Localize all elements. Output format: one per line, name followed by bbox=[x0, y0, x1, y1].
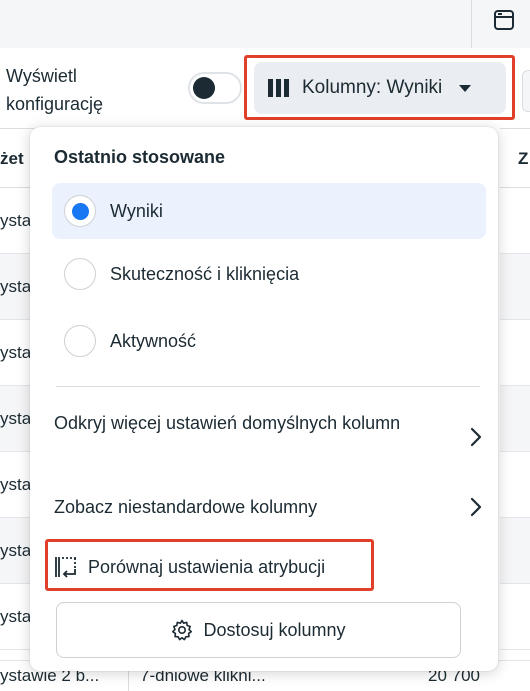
explore-default-columns-item[interactable]: Odkryj więcej ustawień domyślnych kolumn bbox=[54, 409, 482, 465]
compare-attribution-label: Porównaj ustawienia atrybucji bbox=[88, 556, 326, 577]
caret-down-icon bbox=[459, 84, 472, 92]
table-row-right bbox=[500, 320, 530, 386]
compare-icon bbox=[55, 557, 76, 578]
table-row-right bbox=[500, 518, 530, 584]
chevron-right-icon bbox=[470, 427, 482, 447]
gear-icon bbox=[172, 619, 193, 641]
preset-option-label: Aktywność bbox=[110, 330, 197, 351]
customize-columns-label: Dostosuj kolumny bbox=[203, 619, 346, 640]
table-row[interactable]: ysta bbox=[0, 584, 34, 650]
compare-attribution-item[interactable]: Porównaj ustawienia atrybucji bbox=[54, 547, 325, 587]
radio-selected-dot bbox=[71, 202, 89, 220]
table-row[interactable]: ysta bbox=[0, 386, 34, 452]
preset-option-label: Wyniki bbox=[110, 200, 163, 221]
custom-columns-item[interactable]: Zobacz niestandardowe kolumny bbox=[54, 493, 482, 521]
columns-button[interactable]: Kolumny: Wyniki bbox=[254, 62, 506, 114]
toggle-knob bbox=[193, 77, 215, 99]
panel-toggle-button[interactable] bbox=[490, 6, 518, 34]
customize-columns-button[interactable]: Dostosuj kolumny bbox=[56, 602, 461, 658]
show-config-label-line1: Wyświetl bbox=[6, 66, 77, 86]
table-row-right bbox=[500, 254, 530, 320]
table-row-right bbox=[500, 452, 530, 518]
toolbar-divider bbox=[471, 0, 472, 48]
explore-default-columns-label: Odkryj więcej ustawień domyślnych kolumn bbox=[54, 413, 401, 433]
chevron-right-icon bbox=[470, 497, 482, 517]
panel-icon bbox=[494, 10, 514, 30]
table-row-right bbox=[500, 584, 530, 650]
recently-used-heading: Ostatnio stosowane bbox=[54, 147, 226, 167]
table-row[interactable]: ysta bbox=[0, 254, 34, 320]
table-row[interactable]: ysta bbox=[0, 320, 34, 386]
columns-button-label: Kolumny: Wyniki bbox=[302, 77, 443, 98]
table-row[interactable]: ysta bbox=[0, 452, 34, 518]
table-header-right: Z bbox=[500, 128, 530, 188]
columns-dropdown-menu: Ostatnio stosowane Wyniki Skuteczność i … bbox=[30, 127, 498, 671]
preset-option-results[interactable]: Wyniki bbox=[52, 183, 486, 239]
table-row[interactable]: ysta bbox=[0, 188, 34, 254]
menu-divider bbox=[56, 386, 480, 387]
table-row[interactable]: ysta bbox=[0, 518, 34, 584]
radio-button[interactable] bbox=[64, 258, 96, 290]
table-row-right bbox=[500, 188, 530, 254]
radio-button[interactable] bbox=[64, 325, 96, 357]
show-config-label-line2: konfigurację bbox=[6, 94, 104, 114]
top-toolbar-strip bbox=[0, 0, 530, 48]
custom-columns-label: Zobacz niestandardowe kolumny bbox=[54, 497, 318, 517]
radio-button[interactable] bbox=[64, 195, 96, 227]
preset-option-performance-clicks[interactable]: Skuteczność i kliknięcia bbox=[52, 246, 486, 302]
show-config-label: Wyświetl konfigurację bbox=[6, 62, 176, 118]
columns-icon bbox=[268, 79, 289, 97]
preset-option-label: Skuteczność i kliknięcia bbox=[110, 263, 300, 284]
table-row-right bbox=[500, 386, 530, 452]
show-config-toggle[interactable] bbox=[188, 72, 242, 104]
toolbar-edge-button[interactable] bbox=[522, 70, 530, 112]
preset-option-engagement[interactable]: Aktywność bbox=[52, 313, 486, 369]
